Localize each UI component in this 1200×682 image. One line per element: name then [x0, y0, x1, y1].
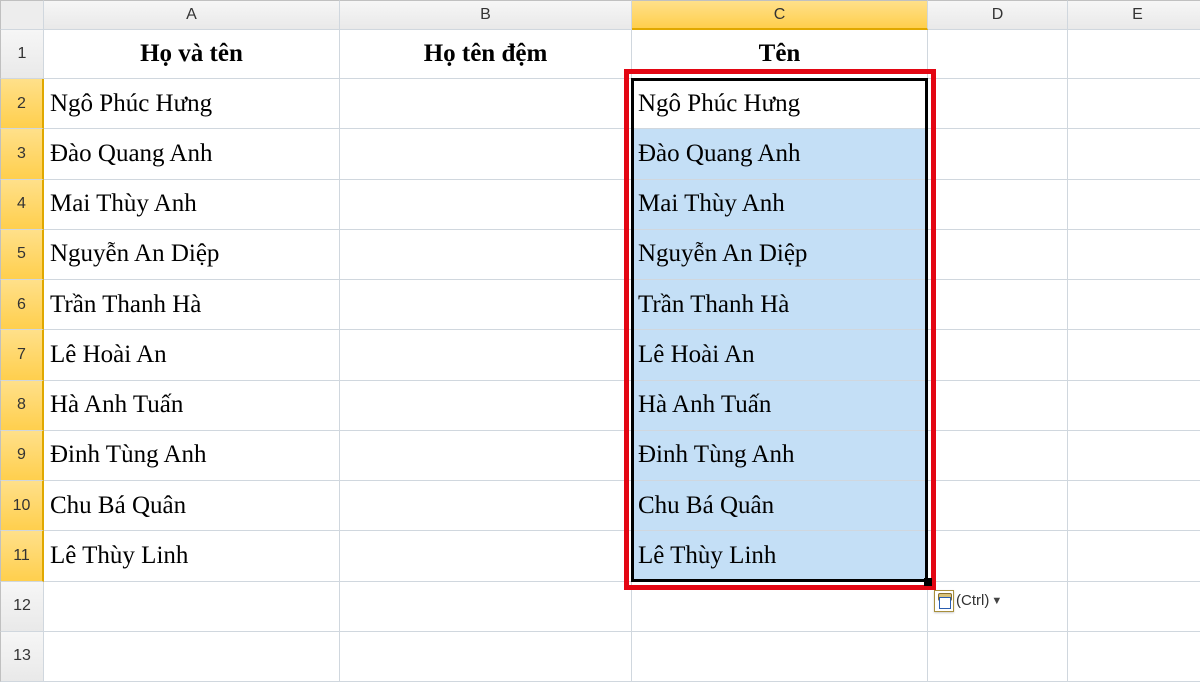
row-header-7[interactable]: 7	[0, 330, 44, 380]
row-header-12[interactable]: 12	[0, 582, 44, 632]
cell-E1[interactable]	[1068, 30, 1200, 79]
cell-C9[interactable]: Đinh Tùng Anh	[632, 431, 928, 481]
cell-B12[interactable]	[340, 582, 632, 632]
cell-A7[interactable]: Lê Hoài An	[44, 330, 340, 380]
row-header-8[interactable]: 8	[0, 381, 44, 431]
cell-C11[interactable]: Lê Thùy Linh	[632, 531, 928, 581]
cell-E8[interactable]	[1068, 381, 1200, 431]
cell-D2[interactable]	[928, 79, 1068, 129]
row-header-3[interactable]: 3	[0, 129, 44, 179]
cell-A10[interactable]: Chu Bá Quân	[44, 481, 340, 531]
cell-E2[interactable]	[1068, 79, 1200, 129]
cell-E4[interactable]	[1068, 180, 1200, 230]
cell-C4[interactable]: Mai Thùy Anh	[632, 180, 928, 230]
fill-handle[interactable]	[924, 578, 932, 586]
ctrl-label: (Ctrl)	[956, 592, 989, 609]
row-header-6[interactable]: 6	[0, 280, 44, 330]
cell-C12[interactable]	[632, 582, 928, 632]
cell-E9[interactable]	[1068, 431, 1200, 481]
cell-A13[interactable]	[44, 632, 340, 682]
cell-C2[interactable]: Ngô Phúc Hưng	[632, 79, 928, 129]
cell-C10[interactable]: Chu Bá Quân	[632, 481, 928, 531]
cell-A9[interactable]: Đinh Tùng Anh	[44, 431, 340, 481]
cell-E3[interactable]	[1068, 129, 1200, 179]
row-header-10[interactable]: 10	[0, 481, 44, 531]
column-header-E[interactable]: E	[1068, 0, 1200, 30]
cell-D1[interactable]	[928, 30, 1068, 79]
cell-A12[interactable]	[44, 582, 340, 632]
cell-D8[interactable]	[928, 381, 1068, 431]
cell-C6[interactable]: Trần Thanh Hà	[632, 280, 928, 330]
cell-B13[interactable]	[340, 632, 632, 682]
cell-E13[interactable]	[1068, 632, 1200, 682]
column-header-C[interactable]: C	[632, 0, 928, 30]
cell-D13[interactable]	[928, 632, 1068, 682]
cell-E5[interactable]	[1068, 230, 1200, 280]
cell-B11[interactable]	[340, 531, 632, 581]
select-all-corner[interactable]	[0, 0, 44, 30]
cell-E12[interactable]	[1068, 582, 1200, 632]
cell-B2[interactable]	[340, 79, 632, 129]
paste-options-smarttag[interactable]: (Ctrl) ▼	[934, 590, 1002, 612]
cell-B6[interactable]	[340, 280, 632, 330]
cell-D11[interactable]	[928, 531, 1068, 581]
cell-D4[interactable]	[928, 180, 1068, 230]
cell-D10[interactable]	[928, 481, 1068, 531]
row-header-11[interactable]: 11	[0, 531, 44, 581]
chevron-down-icon: ▼	[991, 595, 1002, 607]
row-header-4[interactable]: 4	[0, 180, 44, 230]
cell-D9[interactable]	[928, 431, 1068, 481]
cell-A3[interactable]: Đào Quang Anh	[44, 129, 340, 179]
row-header-9[interactable]: 9	[0, 431, 44, 481]
cell-A8[interactable]: Hà Anh Tuấn	[44, 381, 340, 431]
cell-C3[interactable]: Đào Quang Anh	[632, 129, 928, 179]
cell-D5[interactable]	[928, 230, 1068, 280]
cell-E6[interactable]	[1068, 280, 1200, 330]
column-header-D[interactable]: D	[928, 0, 1068, 30]
cell-D3[interactable]	[928, 129, 1068, 179]
cell-A11[interactable]: Lê Thùy Linh	[44, 531, 340, 581]
cell-C5[interactable]: Nguyễn An Diệp	[632, 230, 928, 280]
cell-C13[interactable]	[632, 632, 928, 682]
cell-E11[interactable]	[1068, 531, 1200, 581]
row-header-13[interactable]: 13	[0, 632, 44, 682]
spreadsheet-grid[interactable]: ABCDE1Họ và tênHọ tên đệmTên2Ngô Phúc Hư…	[0, 0, 1200, 682]
cell-A5[interactable]: Nguyễn An Diệp	[44, 230, 340, 280]
cell-A4[interactable]: Mai Thùy Anh	[44, 180, 340, 230]
cell-B10[interactable]	[340, 481, 632, 531]
cell-C7[interactable]: Lê Hoài An	[632, 330, 928, 380]
cell-D6[interactable]	[928, 280, 1068, 330]
row-header-5[interactable]: 5	[0, 230, 44, 280]
cell-D7[interactable]	[928, 330, 1068, 380]
cell-B1[interactable]: Họ tên đệm	[340, 30, 632, 79]
row-header-2[interactable]: 2	[0, 79, 44, 129]
clipboard-icon	[934, 590, 954, 612]
cell-C1[interactable]: Tên	[632, 30, 928, 79]
cell-A2[interactable]: Ngô Phúc Hưng	[44, 79, 340, 129]
cell-B7[interactable]	[340, 330, 632, 380]
cell-A1[interactable]: Họ và tên	[44, 30, 340, 79]
cell-B5[interactable]	[340, 230, 632, 280]
cell-C8[interactable]: Hà Anh Tuấn	[632, 381, 928, 431]
column-header-B[interactable]: B	[340, 0, 632, 30]
column-header-A[interactable]: A	[44, 0, 340, 30]
cell-B4[interactable]	[340, 180, 632, 230]
cell-B8[interactable]	[340, 381, 632, 431]
cell-E10[interactable]	[1068, 481, 1200, 531]
row-header-1[interactable]: 1	[0, 30, 44, 79]
cell-B9[interactable]	[340, 431, 632, 481]
cell-A6[interactable]: Trần Thanh Hà	[44, 280, 340, 330]
cell-E7[interactable]	[1068, 330, 1200, 380]
cell-B3[interactable]	[340, 129, 632, 179]
